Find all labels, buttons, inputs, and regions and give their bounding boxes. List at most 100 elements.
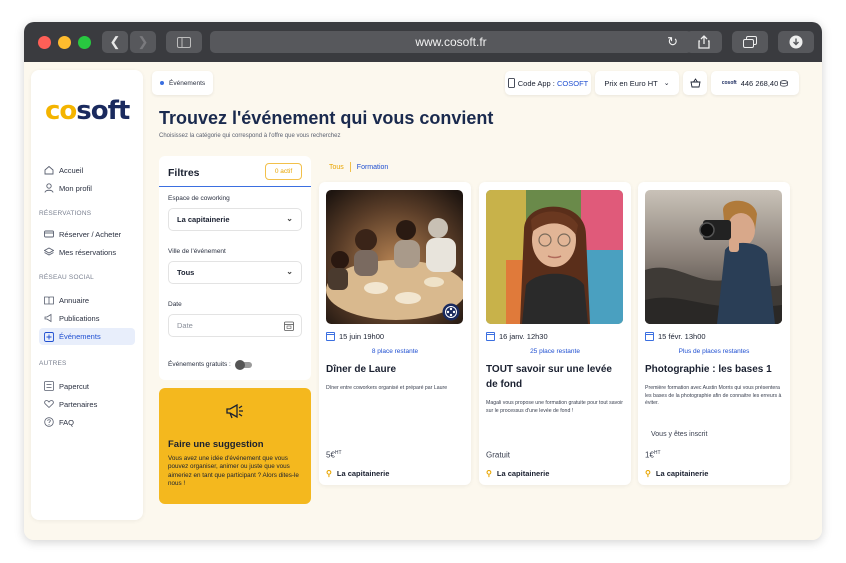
location-pin-icon: ⚲ xyxy=(326,469,332,478)
price-mode-select[interactable]: Prix en Euro HT ⌄ xyxy=(595,71,679,95)
sidebar-item-label: Événements xyxy=(59,332,101,341)
sidebar-section-title: RÉSERVATIONS xyxy=(39,210,92,217)
sidebar-item-label: Papercut xyxy=(59,381,90,391)
event-image-dinner xyxy=(326,190,463,324)
wallet-brand: cosoft xyxy=(721,80,737,86)
sidebar-item-accueil[interactable]: Accueil xyxy=(43,162,83,178)
browser-window: ❮ ❯ www.cosoft.fr ↻ cosoft Accueil Mon p… xyxy=(24,22,822,540)
chevron-down-icon: ⌄ xyxy=(286,267,293,276)
calendar-icon xyxy=(486,332,495,341)
event-image-photographer xyxy=(645,190,782,324)
sidebar-item-annuaire[interactable]: Annuaire xyxy=(43,292,89,308)
location-pin-icon: ⚲ xyxy=(645,469,651,478)
calendar-icon xyxy=(645,332,654,341)
basket-button[interactable] xyxy=(683,71,707,95)
forward-icon[interactable]: ❯ xyxy=(130,31,156,53)
location-pin-icon: ⚲ xyxy=(486,469,492,478)
close-window-button[interactable] xyxy=(38,36,51,49)
category-tabs: Tous Formation xyxy=(329,162,388,172)
event-places: Plus de places restantes xyxy=(678,348,750,355)
suggestion-card[interactable]: Faire une suggestion Vous avez une idée … xyxy=(159,388,311,504)
sidebar-item-reservations[interactable]: Mes réservations xyxy=(43,244,116,260)
suggestion-title: Faire une suggestion xyxy=(168,439,264,450)
breadcrumb[interactable]: Événements xyxy=(152,71,214,95)
event-location: ⚲ La capitainerie xyxy=(486,469,550,478)
sidebar-item-label: Accueil xyxy=(59,165,84,175)
filters-active-badge[interactable]: 0 actif xyxy=(265,163,302,180)
basket-icon xyxy=(689,78,701,88)
divider xyxy=(159,186,311,187)
sidebar-item-faq[interactable]: FAQ xyxy=(43,414,74,430)
event-card[interactable]: 15 juin 19h00 8 place restante Dîner de … xyxy=(319,182,471,485)
suggestion-text: Vous avez une idée d'événement que vous … xyxy=(168,455,299,487)
event-description: Dîner entre coworkers organisé et prépar… xyxy=(326,385,448,391)
event-card[interactable]: 16 janv. 12h30 25 place restante TOUT sa… xyxy=(479,182,631,485)
share-icon[interactable] xyxy=(686,31,722,53)
download-icon[interactable] xyxy=(778,31,814,53)
event-image-portrait xyxy=(486,190,623,324)
browser-titlebar: ❮ ❯ www.cosoft.fr ↻ xyxy=(24,22,822,62)
date-label: Date xyxy=(168,301,182,308)
reload-icon[interactable]: ↻ xyxy=(667,34,678,50)
tab-tous[interactable]: Tous xyxy=(329,164,344,171)
event-description: Magali vous propose une formation gratui… xyxy=(486,400,623,414)
tabs-icon[interactable] xyxy=(732,31,768,53)
user-icon xyxy=(43,183,54,194)
event-places: 25 place restante xyxy=(530,348,580,355)
tab-formation[interactable]: Formation xyxy=(357,164,389,171)
sidebar-item-partenaires[interactable]: Partenaires xyxy=(43,396,97,412)
wallet-balance[interactable]: cosoft 446 268,40 xyxy=(711,71,799,95)
calendar-plus-icon xyxy=(43,331,54,342)
sidebar-item-label: Mon profil xyxy=(59,183,92,193)
address-bar[interactable]: www.cosoft.fr ↻ xyxy=(210,31,692,53)
sidebar-item-label: Annuaire xyxy=(59,295,90,305)
maximize-window-button[interactable] xyxy=(78,36,91,49)
sidebar-section-title: AUTRES xyxy=(39,360,67,367)
page-content: cosoft Accueil Mon profil RÉSERVATIONS R… xyxy=(24,62,822,540)
space-select[interactable]: La capitainerie ⌄ xyxy=(168,208,302,231)
event-card[interactable]: 15 févr. 13h00 Plus de places restantes … xyxy=(638,182,790,485)
city-label: Ville de l'événement xyxy=(168,248,226,255)
printer-icon xyxy=(43,381,54,392)
event-date: 16 janv. 12h30 xyxy=(486,332,548,341)
date-input[interactable]: Date xyxy=(168,314,302,337)
sidebar-item-publications[interactable]: Publications xyxy=(43,310,99,326)
phone-icon xyxy=(507,78,515,88)
free-events-toggle[interactable] xyxy=(234,359,252,370)
layers-icon xyxy=(43,247,54,258)
heart-icon xyxy=(43,399,54,410)
event-price: Gratuit xyxy=(486,450,511,460)
sidebar-icon[interactable] xyxy=(166,31,202,53)
sidebar-item-evenements[interactable]: Événements xyxy=(39,328,135,345)
back-icon[interactable]: ❮ xyxy=(102,31,128,53)
event-location: ⚲ La capitainerie xyxy=(326,469,390,478)
cosoft-logo[interactable]: cosoft xyxy=(45,96,130,126)
free-events-label: Événements gratuits : xyxy=(168,361,231,368)
event-price: 5€HT xyxy=(326,450,342,460)
event-title[interactable]: Photographie : les bases 1 xyxy=(645,362,785,377)
sidebar-item-reserver[interactable]: Réserver / Acheter xyxy=(43,226,121,242)
space-label: Espace de coworking xyxy=(168,195,230,202)
sidebar: cosoft Accueil Mon profil RÉSERVATIONS R… xyxy=(31,70,143,520)
megaphone-icon xyxy=(225,402,245,425)
help-icon xyxy=(43,417,54,428)
chevron-down-icon: ⌄ xyxy=(663,80,670,87)
sidebar-item-label: Publications xyxy=(59,313,100,323)
event-places: 8 place restante xyxy=(371,348,419,355)
coins-icon xyxy=(780,79,789,86)
event-title[interactable]: Dîner de Laure xyxy=(326,362,466,377)
event-title[interactable]: TOUT savoir sur une levée de fond xyxy=(486,362,626,392)
city-select[interactable]: Tous ⌄ xyxy=(168,261,302,284)
code-app-button[interactable]: Code App : COSOFT xyxy=(505,71,591,95)
book-icon xyxy=(43,295,54,306)
page-title: Trouvez l'événement qui vous convient xyxy=(159,108,494,128)
sidebar-item-label: Mes réservations xyxy=(59,247,117,257)
page-subtitle: Choisissez la catégorie qui correspond à… xyxy=(159,133,341,139)
sidebar-item-label: FAQ xyxy=(59,417,75,427)
event-description: Première formation avec Austin Morris qu… xyxy=(645,385,782,407)
minimize-window-button[interactable] xyxy=(58,36,71,49)
sidebar-section-title: RÉSEAU SOCIAL xyxy=(39,274,94,281)
breadcrumb-label: Événements xyxy=(169,79,206,87)
sidebar-item-papercut[interactable]: Papercut xyxy=(43,378,89,394)
sidebar-item-profil[interactable]: Mon profil xyxy=(43,180,92,196)
